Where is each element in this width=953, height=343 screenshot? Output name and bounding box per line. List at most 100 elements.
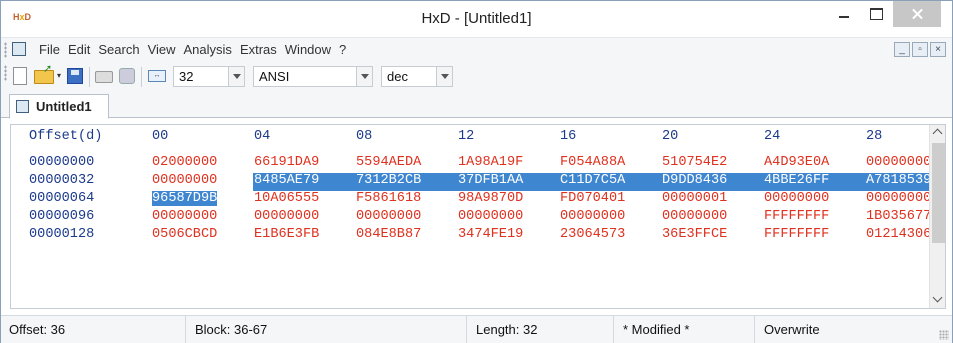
menubar-grip[interactable]	[4, 42, 7, 58]
document-system-menu-icon[interactable]	[12, 42, 26, 56]
hex-cell[interactable]: 3474FE19	[458, 227, 523, 242]
hex-cell[interactable]: FFFFFFFF	[764, 227, 829, 242]
menu-view[interactable]: View	[144, 42, 180, 57]
minimize-button[interactable]	[829, 1, 859, 27]
mdi-restore-button[interactable]: ▫	[912, 42, 928, 57]
hex-cell-selected[interactable]: A7818539	[866, 173, 932, 188]
hex-cell[interactable]: 00000000	[152, 209, 217, 224]
status-mode-pane[interactable]: Overwrite	[756, 316, 936, 343]
hex-cell[interactable]: 00000000	[764, 191, 829, 206]
hex-cell[interactable]: 510754E2	[662, 155, 727, 170]
menu-analysis[interactable]: Analysis	[180, 42, 236, 57]
offset-base-select[interactable]: dec	[381, 66, 453, 87]
hex-cell-selected[interactable]: 8485AE79	[254, 173, 320, 188]
hex-cell[interactable]: 1B035677	[866, 209, 931, 224]
vertical-scrollbar[interactable]	[929, 125, 945, 308]
status-modified: * Modified *	[623, 322, 690, 337]
menu-file[interactable]: File	[35, 42, 64, 57]
hex-cell[interactable]: 1A98A19F	[458, 155, 523, 170]
menu-window[interactable]: Window	[281, 42, 335, 57]
open-dropdown-icon[interactable]: ▾	[57, 71, 65, 81]
column-header[interactable]: 24	[764, 129, 780, 144]
bytes-per-row-value: 32	[179, 69, 194, 84]
hex-cell[interactable]: 0506CBCD	[152, 227, 217, 242]
mdi-close-button[interactable]: ×	[930, 42, 946, 57]
tab-untitled1[interactable]: Untitled1	[9, 94, 109, 119]
hex-row: 00000128 0506CBCD E1B6E3FB 084E8B87 3474…	[29, 227, 931, 245]
hex-cell[interactable]: 00000000	[866, 155, 931, 170]
hex-cell[interactable]: 00000000	[458, 209, 523, 224]
chevron-down-icon[interactable]	[436, 67, 452, 86]
menu-search[interactable]: Search	[94, 42, 143, 57]
hex-cell[interactable]: 00000000	[152, 173, 217, 188]
toolbar-grip[interactable]	[4, 65, 7, 81]
menu-edit[interactable]: Edit	[64, 42, 94, 57]
hex-cell[interactable]: F5861618	[356, 191, 421, 206]
save-icon[interactable]	[67, 68, 83, 84]
toolbar-separator	[89, 67, 90, 87]
charset-select[interactable]: ANSI	[253, 66, 373, 87]
hex-cell[interactable]: 98A9870D	[458, 191, 523, 206]
hex-cell-selected[interactable]: 7312B2CB	[356, 173, 422, 188]
title-bar[interactable]: HxD HxD - [Untitled1]	[1, 1, 952, 37]
hex-cell-selected[interactable]: D9DD8436	[662, 173, 728, 188]
offset-base-value: dec	[387, 69, 408, 84]
hex-editor-view[interactable]: Offset(d) 00 04 08 12 16 20 24 28 000000…	[10, 124, 946, 309]
column-header[interactable]: 04	[254, 129, 270, 144]
hex-cell-selected[interactable]: C11D7C5A	[560, 173, 626, 188]
status-modified-pane: * Modified *	[615, 316, 755, 343]
scroll-down-icon[interactable]	[930, 291, 945, 308]
hex-cell-selected[interactable]: 37DFB1AA	[458, 173, 524, 188]
hex-cell[interactable]: A4D93E0A	[764, 155, 829, 170]
hex-cell[interactable]: 02000000	[152, 155, 217, 170]
open-ram-icon[interactable]	[119, 68, 135, 84]
column-header[interactable]: 16	[560, 129, 576, 144]
row-offset: 00000128	[29, 227, 95, 242]
maximize-button[interactable]	[861, 1, 891, 27]
offset-column-header: Offset(d)	[29, 129, 103, 144]
menu-extras[interactable]: Extras	[236, 42, 281, 57]
hex-cell[interactable]: 00000000	[662, 209, 727, 224]
column-header[interactable]: 28	[866, 129, 882, 144]
mdi-minimize-button[interactable]: _	[894, 42, 910, 57]
hex-cell[interactable]: 66191DA9	[254, 155, 319, 170]
column-header[interactable]: 08	[356, 129, 372, 144]
chevron-down-icon[interactable]	[356, 67, 372, 86]
column-header[interactable]: 20	[662, 129, 678, 144]
hex-cell-selected[interactable]: 4BBE26FF	[764, 173, 830, 188]
hex-cell[interactable]: 00000000	[866, 191, 931, 206]
mdi-controls: _ ▫ ×	[894, 42, 946, 57]
hex-cell[interactable]: 5594AEDA	[356, 155, 421, 170]
new-file-icon[interactable]	[13, 67, 27, 85]
hex-cell[interactable]: 00000000	[254, 209, 319, 224]
hex-cell[interactable]: 084E8B87	[356, 227, 421, 242]
hex-cell[interactable]: 36E3FFCE	[662, 227, 727, 242]
hex-cell[interactable]: 10A06555	[254, 191, 319, 206]
toolbar: ➚ ▾ ↔ 32 ANSI dec	[1, 61, 952, 91]
hex-cell[interactable]: FFFFFFFF	[764, 209, 829, 224]
chevron-down-icon[interactable]	[228, 67, 244, 86]
charset-value: ANSI	[259, 69, 290, 84]
column-header[interactable]: 00	[152, 129, 168, 144]
scrollbar-thumb[interactable]	[932, 143, 945, 243]
hex-cell[interactable]: 00000000	[560, 209, 625, 224]
status-block-pane: Block: 36-67	[187, 316, 467, 343]
hex-cell[interactable]: 00000001	[662, 191, 727, 206]
status-block: Block: 36-67	[195, 322, 268, 337]
hex-cell[interactable]: E1B6E3FB	[254, 227, 319, 242]
close-button[interactable]	[893, 1, 941, 27]
column-header[interactable]: 12	[458, 129, 474, 144]
hex-cell-selected[interactable]: 96587D9B	[152, 191, 218, 206]
menu-help[interactable]: ?	[335, 42, 350, 57]
bytes-per-row-select[interactable]: 32	[173, 66, 245, 87]
resize-grip-icon[interactable]	[939, 330, 949, 340]
scroll-up-icon[interactable]	[930, 125, 945, 142]
hex-cell[interactable]: 00000000	[356, 209, 421, 224]
menu-items: File Edit Search View Analysis Extras Wi…	[35, 42, 350, 57]
hex-cell[interactable]: 01214306	[866, 227, 931, 242]
open-disk-icon[interactable]	[95, 71, 113, 83]
hex-cell[interactable]: 23064573	[560, 227, 625, 242]
hex-cell[interactable]: FD070401	[560, 191, 625, 206]
hex-row: 00000000 02000000 66191DA9 5594AEDA 1A98…	[29, 155, 931, 173]
hex-cell[interactable]: F054A88A	[560, 155, 625, 170]
